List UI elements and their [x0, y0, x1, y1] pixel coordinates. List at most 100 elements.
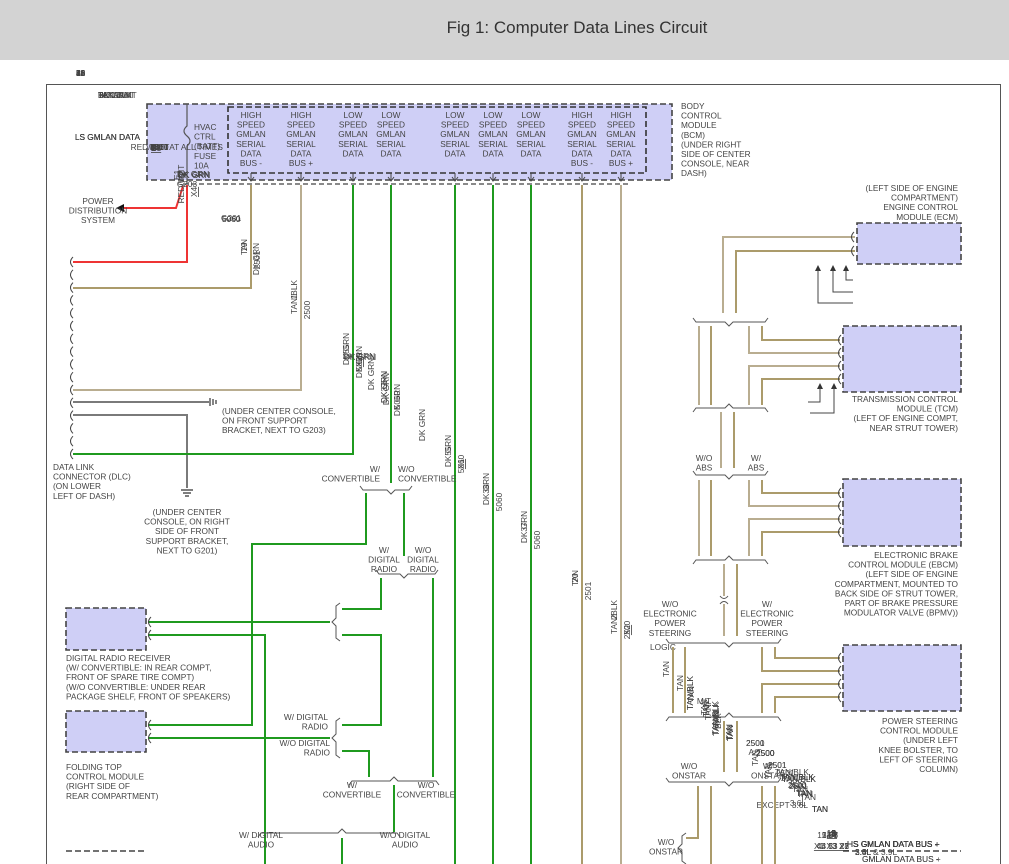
label: W/O	[681, 761, 698, 771]
circuit-label: 2501	[583, 581, 593, 600]
bcm-circuit-label: GMLAN	[338, 129, 368, 139]
dlc-name: LEFT OF DASH)	[53, 491, 115, 501]
folding-top-control-module	[65, 710, 147, 753]
tcm-name: MODULE (TCM)	[897, 404, 959, 414]
ecm-name: COMPARTMENT)	[891, 193, 958, 203]
bcm-circuit-label: BUS -	[571, 158, 593, 168]
wire-color-label: DK GRN	[366, 358, 376, 390]
circuit-label: 5060	[222, 214, 241, 224]
label: RADIO	[410, 564, 437, 574]
ground-description: SUPPORT BRACKET,	[146, 536, 229, 546]
tcm-name: NEAR STRUT TOWER)	[869, 423, 958, 433]
label: W/ DIGITAL	[284, 712, 328, 722]
label: W/O	[398, 464, 415, 474]
wiring-diagram: HOT AT ALL TIMESLOGICBODYCONTROLMODULE(B…	[46, 68, 1001, 864]
bcm-circuit-label: SERIAL	[567, 139, 597, 149]
bcm-circuit-label: SERIAL	[236, 139, 266, 149]
bcm-circuit-label: SERIAL	[376, 139, 406, 149]
bcm-circuit-label: GMLAN	[236, 129, 266, 139]
pscm-module	[842, 644, 962, 712]
bcm-circuit-label: GMLAN	[567, 129, 597, 139]
ebcm-name: COMPARTMENT, MOUNTED TO	[835, 579, 959, 589]
bcm-circuit-label: HIGH	[291, 110, 312, 120]
label: POWER	[751, 618, 782, 628]
bcm-circuit-label: SERIAL	[286, 139, 316, 149]
label: ABS	[748, 463, 765, 473]
bcm-circuit-label: LOW	[382, 110, 401, 120]
label: TAN	[750, 750, 760, 766]
bcm-circuit-label: HIGH	[611, 110, 632, 120]
ground-description: ON FRONT SUPPORT	[222, 416, 307, 426]
dlc-name: DATA LINK	[53, 462, 95, 472]
bcm-circuit-label: SERIAL	[516, 139, 546, 149]
bcm-circuit-label: LOW	[446, 110, 465, 120]
label: POWER	[654, 618, 685, 628]
label: ABS	[696, 463, 713, 473]
module-pin-label: LS GMLAN DATA	[75, 132, 141, 142]
wire-color-label: TAN/BLK	[289, 280, 299, 314]
bcm-name: (UNDER RIGHT	[681, 139, 741, 149]
ftcm-name: REAR COMPARTMENT)	[66, 791, 159, 801]
label: ONSTAR	[672, 771, 706, 781]
ebcm-name: BACK SIDE OF STRUT TOWER,	[835, 588, 958, 598]
label: TAN	[661, 661, 671, 677]
label: ELECTRONIC	[643, 609, 696, 619]
bcm-circuit-label: SERIAL	[338, 139, 368, 149]
ground-description: NEXT TO G201)	[157, 545, 218, 555]
wire-color-label: DK GRN	[481, 473, 491, 505]
diagram-frame	[46, 84, 1001, 864]
bcm-circuit-label: DATA	[381, 148, 402, 158]
label: W/O	[658, 837, 675, 847]
bcm-name: CONTROL	[681, 111, 722, 121]
label: W/ DIGITAL	[239, 830, 283, 840]
pscm-name: COLUMN)	[919, 764, 958, 774]
label: RADIO	[371, 564, 398, 574]
wire-color-label: DK GRN	[251, 243, 261, 275]
bcm-circuit-label: GMLAN	[516, 129, 546, 139]
bcm-circuit-label: HIGH	[241, 110, 262, 120]
wire-color-label: DK GRN	[443, 435, 453, 467]
bcm-circuit-label: DATA	[291, 148, 312, 158]
circuit-label: 5060	[494, 492, 504, 511]
label: W/	[751, 453, 762, 463]
fuse-label: (BATT)	[194, 141, 220, 151]
bcm-circuit-label: SPEED	[479, 120, 507, 130]
ground-description: SIDE OF FRONT	[155, 526, 219, 536]
bcm-circuit-label: BUS -	[240, 158, 262, 168]
bcm-circuit-label: DATA	[521, 148, 542, 158]
bcm-name: (BCM)	[681, 130, 705, 140]
bcm-circuit-label: SPEED	[237, 120, 265, 130]
label: W/	[347, 780, 358, 790]
bcm-circuit-label: GMLAN	[286, 129, 316, 139]
label: TAN	[763, 763, 773, 779]
pscm-name: (UNDER LEFT	[903, 735, 958, 745]
wire-color-label: DK GRN	[519, 511, 529, 543]
ground-description: (UNDER CENTER	[153, 507, 222, 517]
label: STEERING	[649, 628, 691, 638]
label: W/O	[415, 545, 432, 555]
ebcm-name: ELECTRONIC BRAKE	[874, 550, 958, 560]
ebcm-name: PART OF BRAKE PRESSURE	[845, 598, 959, 608]
label: RADIO	[302, 722, 329, 732]
dlc-pin-label: 1	[76, 68, 81, 78]
label: W/O DIGITAL	[380, 830, 431, 840]
bcm-circuit-label: LOW	[522, 110, 541, 120]
label: DIGITAL	[368, 555, 400, 565]
circuit-label: 2500	[302, 300, 312, 319]
label: W/	[370, 464, 381, 474]
label: TAN	[812, 804, 828, 814]
bcm-circuit-label: SPEED	[287, 120, 315, 130]
label: CONVERTIBLE	[322, 474, 381, 484]
connector-label: X2	[827, 829, 838, 839]
ecm-name: ENGINE CONTROL	[883, 202, 958, 212]
bcm-circuit-label: DATA	[483, 148, 504, 158]
ftcm-name: (RIGHT SIDE OF	[66, 781, 130, 791]
bcm-name: BODY	[681, 101, 705, 111]
label: CONVERTIBLE	[397, 790, 456, 800]
bcm-circuit-label: LOW	[344, 110, 363, 120]
bcm-circuit-label: DATA	[445, 148, 466, 158]
connector-label: X1	[151, 143, 162, 153]
label: ELECTRONIC	[740, 609, 793, 619]
label: AUDIO	[392, 840, 419, 850]
bcm-name: SIDE OF CENTER	[681, 149, 751, 159]
